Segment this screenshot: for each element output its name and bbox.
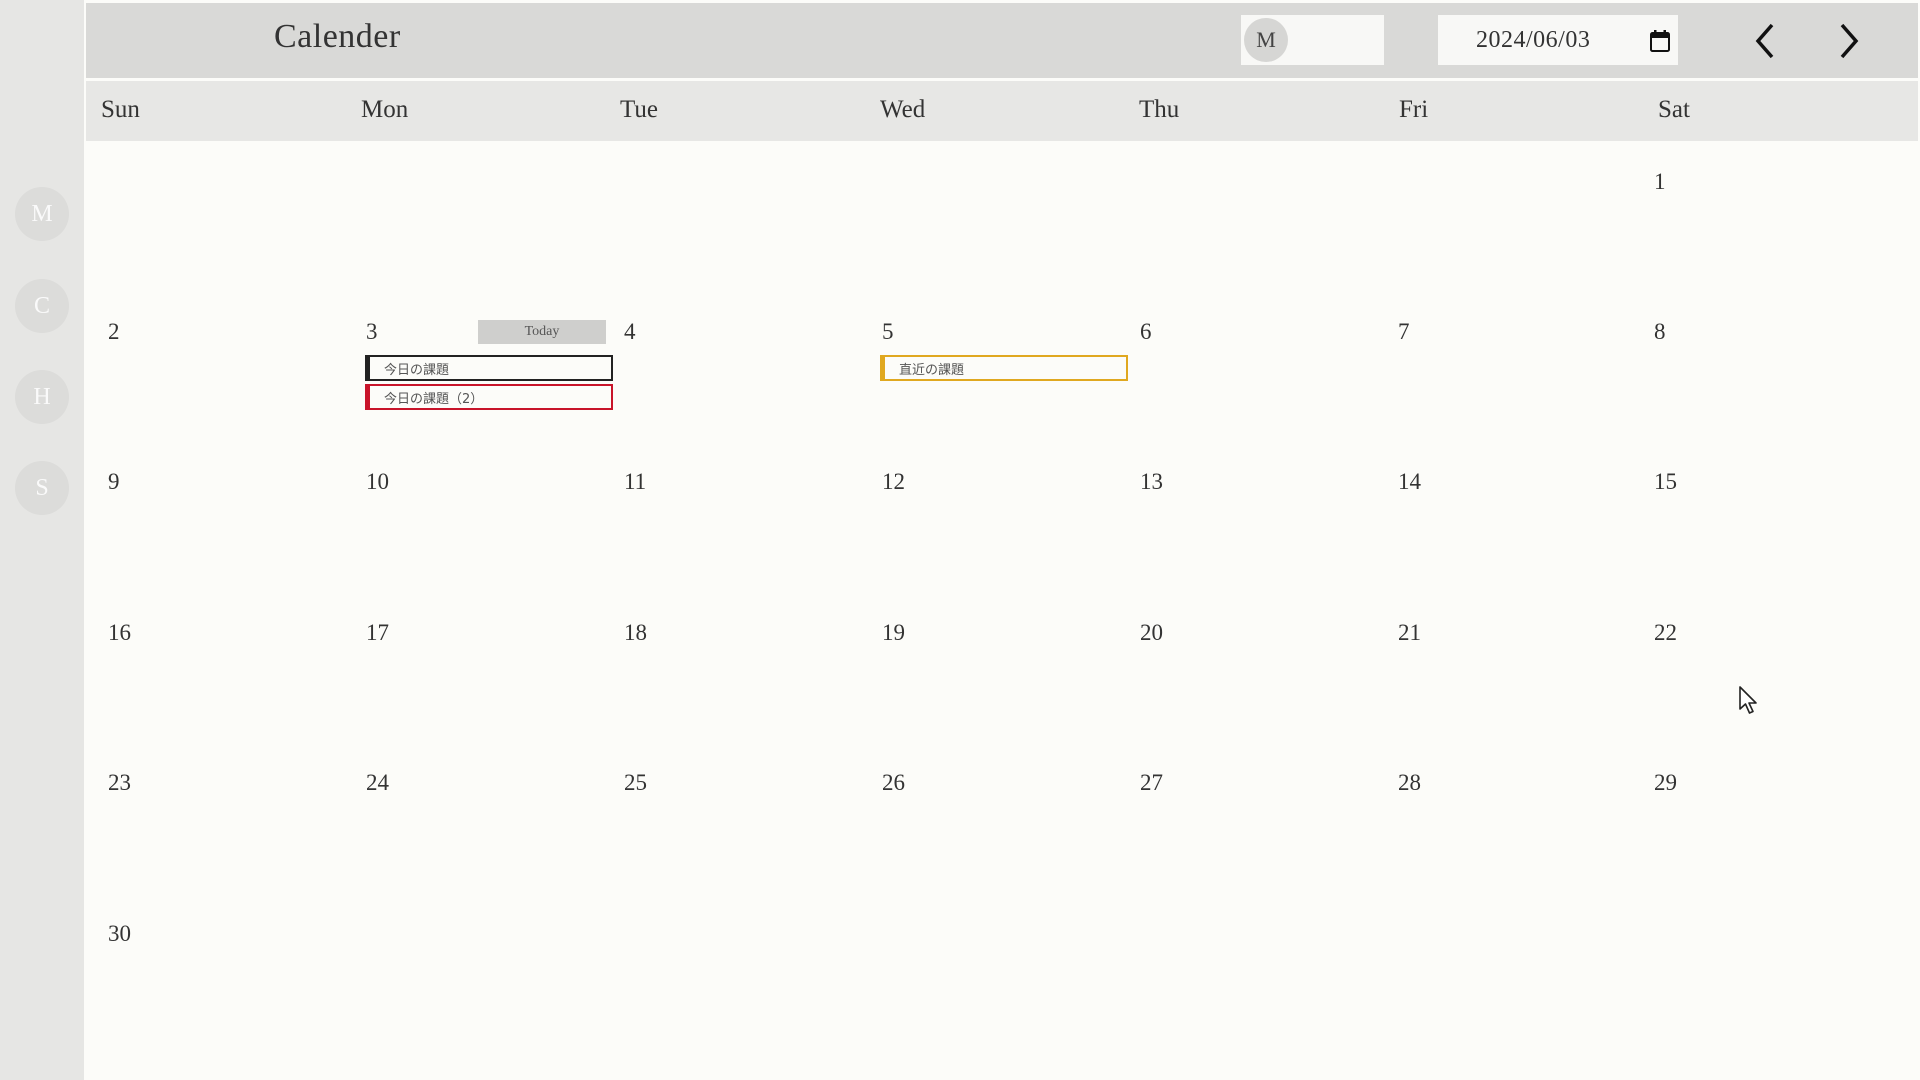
day-number: 29	[1654, 770, 1677, 795]
sidebar-item-s[interactable]: S	[15, 461, 69, 515]
sidebar-item-h[interactable]: H	[15, 370, 69, 424]
day-cell-9[interactable]: 9	[86, 441, 344, 591]
weekday-mon: Mon	[361, 96, 409, 123]
day-cell-13[interactable]: 13	[1118, 441, 1376, 591]
day-cell-2[interactable]: 2	[86, 291, 344, 441]
task-item[interactable]: 今日の課題（2）	[365, 384, 613, 410]
day-number: 22	[1654, 620, 1677, 645]
day-cell-15[interactable]: 15	[1632, 441, 1890, 591]
day-number: 16	[108, 620, 131, 645]
task-item[interactable]: 今日の課題	[365, 355, 613, 381]
day-cell-26[interactable]: 26	[860, 742, 1118, 892]
day-number: 30	[108, 921, 131, 946]
sidebar: M C H S	[0, 0, 84, 1080]
task-item[interactable]: 直近の課題	[880, 355, 1128, 381]
day-number: 25	[624, 770, 647, 795]
day-number: 1	[1654, 169, 1666, 194]
weekday-fri: Fri	[1399, 96, 1429, 123]
date-value: 2024/06/03	[1476, 26, 1591, 53]
calendar-grid: 1 2 3 4 5 6 7 8 9 10 11 12 13 14 15 16 1…	[86, 141, 1918, 1080]
weekday-sun: Sun	[101, 96, 140, 123]
day-cell-20[interactable]: 20	[1118, 592, 1376, 742]
day-cell-28[interactable]: 28	[1376, 742, 1634, 892]
weekday-thu: Thu	[1139, 96, 1180, 123]
chevron-left-icon[interactable]	[1746, 19, 1786, 63]
avatar[interactable]: M	[1244, 18, 1288, 62]
day-number: 28	[1398, 770, 1421, 795]
day-number: 12	[882, 469, 905, 494]
day-cell-8[interactable]: 8	[1632, 291, 1890, 441]
day-cell-19[interactable]: 19	[860, 592, 1118, 742]
calendar-icon[interactable]	[1650, 30, 1670, 52]
date-input[interactable]: 2024/06/03	[1438, 15, 1678, 65]
day-cell-4[interactable]: 4	[602, 291, 860, 441]
day-cell-29[interactable]: 29	[1632, 742, 1890, 892]
weekday-header: Sun Mon Tue Wed Thu Fri Sat	[86, 81, 1918, 141]
day-cell-25[interactable]: 25	[602, 742, 860, 892]
day-number: 26	[882, 770, 905, 795]
day-number: 27	[1140, 770, 1163, 795]
day-number: 3	[366, 319, 378, 344]
day-cell-11[interactable]: 11	[602, 441, 860, 591]
day-number: 6	[1140, 319, 1152, 344]
day-number: 23	[108, 770, 131, 795]
day-number: 15	[1654, 469, 1677, 494]
day-number: 19	[882, 620, 905, 645]
day-cell-18[interactable]: 18	[602, 592, 860, 742]
day-number: 20	[1140, 620, 1163, 645]
day-number: 24	[366, 770, 389, 795]
day-cell-10[interactable]: 10	[344, 441, 602, 591]
day-cell-7[interactable]: 7	[1376, 291, 1634, 441]
day-number: 18	[624, 620, 647, 645]
day-cell-1[interactable]: 1	[1632, 141, 1890, 291]
day-cell-12[interactable]: 12	[860, 441, 1118, 591]
weekday-sat: Sat	[1658, 96, 1690, 123]
day-number: 14	[1398, 469, 1421, 494]
chevron-right-icon[interactable]	[1828, 19, 1868, 63]
day-cell-14[interactable]: 14	[1376, 441, 1634, 591]
day-cell-16[interactable]: 16	[86, 592, 344, 742]
day-cell-21[interactable]: 21	[1376, 592, 1634, 742]
page-title: Calender	[274, 18, 401, 55]
day-number: 9	[108, 469, 120, 494]
today-badge: Today	[478, 320, 606, 344]
day-cell-30[interactable]: 30	[86, 893, 344, 1043]
day-number: 5	[882, 319, 894, 344]
weekday-wed: Wed	[880, 96, 926, 123]
day-number: 10	[366, 469, 389, 494]
day-cell-27[interactable]: 27	[1118, 742, 1376, 892]
user-menu[interactable]: M	[1241, 15, 1384, 65]
sidebar-item-m[interactable]: M	[15, 187, 69, 241]
day-number: 17	[366, 620, 389, 645]
day-cell-22[interactable]: 22	[1632, 592, 1890, 742]
day-cell-23[interactable]: 23	[86, 742, 344, 892]
header-bar: Calender M 2024/06/03	[86, 3, 1918, 78]
sidebar-item-c[interactable]: C	[15, 279, 69, 333]
day-number: 4	[624, 319, 636, 344]
day-number: 7	[1398, 319, 1410, 344]
day-cell-17[interactable]: 17	[344, 592, 602, 742]
day-number: 13	[1140, 469, 1163, 494]
day-number: 11	[624, 469, 647, 494]
weekday-tue: Tue	[620, 96, 658, 123]
day-cell-6[interactable]: 6	[1118, 291, 1376, 441]
mouse-cursor-icon	[1739, 686, 1757, 714]
day-number: 8	[1654, 319, 1666, 344]
day-number: 21	[1398, 620, 1421, 645]
day-cell-24[interactable]: 24	[344, 742, 602, 892]
day-number: 2	[108, 319, 120, 344]
